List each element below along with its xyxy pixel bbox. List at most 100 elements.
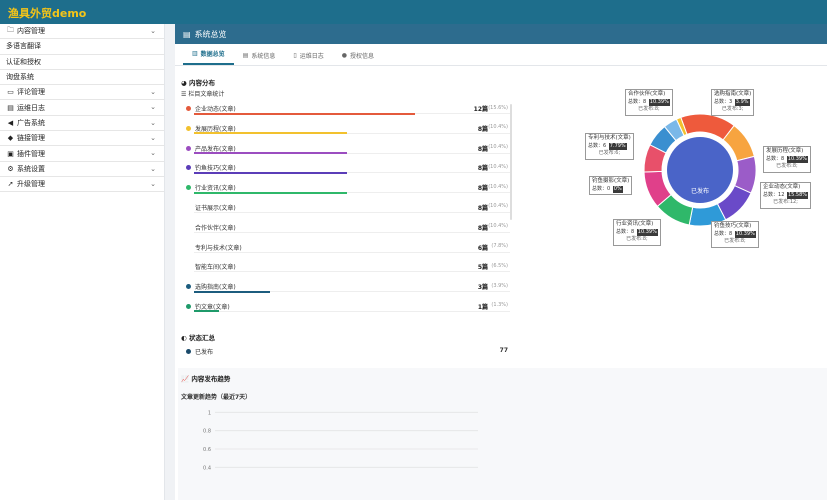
status-dot: [186, 349, 191, 354]
top-bar: 渔具外贸demo: [0, 0, 827, 24]
donut-callout: 合作伙伴(文章) 总数：8 10.39% 已发布:8;: [625, 89, 673, 116]
callout-sub: 已发布:8;: [776, 163, 798, 169]
progress-bar: [194, 112, 416, 115]
row-pct: (6.5%): [491, 262, 508, 269]
donut-callout: 企业动态(文章) 总数：12 15.58% 已发布:12;: [760, 182, 812, 209]
callout-sub: 已发布:8;: [626, 236, 648, 242]
status-row-published: 已发布 77: [186, 347, 516, 357]
content-dist-title: ◕ 内容分布: [181, 79, 215, 87]
sidebar-item-3[interactable]: 询盘系统: [0, 70, 164, 86]
y-tick-label: 0.4: [203, 465, 211, 471]
row-pct: (10.4%): [488, 183, 508, 190]
tab-1[interactable]: ▤ 系统信息: [234, 51, 285, 65]
donut-callout: 选购指南(文章) 总数：3 3.9% 已发布:3;: [711, 89, 755, 116]
gear-icon: ⚙: [7, 164, 14, 173]
callout-title: 专利与技术(文章): [588, 135, 631, 141]
sidebar-item-5[interactable]: ▤ 运维日志 ⌄: [0, 100, 164, 116]
sidebar-item-label: 运维日志: [17, 103, 45, 112]
sidebar-item-label: 广告系统: [17, 118, 45, 127]
category-donut-chart: 已发布: [643, 113, 757, 227]
sidebar: 🗀 内容管理 ⌄ 多语言翻译 认证和授权 询盘系统 ▭ 评论管理 ⌄ ▤ 运维日志 ⌄ ◀ 广告系统 ⌄ ◆ 链…: [0, 24, 165, 500]
brand-title[interactable]: 渔具外贸demo: [8, 5, 86, 21]
color-dot: [186, 165, 191, 171]
tab-0[interactable]: ▥ 数据总览: [183, 49, 234, 65]
sidebar-item-1[interactable]: 多语言翻译: [0, 39, 164, 55]
color-dot: [186, 106, 191, 111]
callout-title: 钓鱼技巧(文章): [714, 223, 752, 229]
sidebar-item-7[interactable]: ◆ 链接管理 ⌄: [0, 131, 164, 147]
bar-track: [194, 211, 510, 213]
callout-count: 总数：0 0%: [592, 185, 623, 193]
sidebar-item-0[interactable]: 🗀 内容管理 ⌄: [0, 24, 164, 40]
list-item: 发展历程(文章) 8篇 (10.4%): [186, 123, 516, 143]
row-pct: (10.4%): [488, 163, 508, 170]
row-pct: (15.6%): [488, 104, 508, 111]
log-icon: ▤: [7, 103, 14, 112]
progress-bar: [194, 152, 348, 155]
sidebar-item-9[interactable]: ⚙ 系统设置 ⌄: [0, 162, 164, 177]
chevron-down-icon[interactable]: ⌄: [150, 134, 156, 142]
content-dist-subtitle: ☰ 栏目文章统计: [181, 91, 225, 98]
row-value: 8篇: [477, 185, 488, 193]
callout-sub: 已发布:8;: [638, 106, 660, 112]
sidebar-item-4[interactable]: ▭ 评论管理 ⌄: [0, 85, 164, 101]
tab-label: 数据总览: [200, 51, 225, 58]
donut-center-label: 已发布: [691, 187, 709, 195]
chevron-down-icon[interactable]: ⌄: [150, 149, 156, 157]
y-tick-label: 0.6: [203, 447, 211, 453]
bar-track: [194, 310, 510, 312]
row-name: 智能车间(文章): [195, 264, 236, 272]
category-list: 企业动态(文章) 12篇 (15.6%) 发展历程(文章) 8篇 (10.4%) 产品发布(…: [186, 103, 516, 321]
chevron-down-icon[interactable]: ⌄: [150, 165, 156, 173]
chevron-down-icon[interactable]: ⌄: [150, 103, 156, 111]
trend-subtitle: 文章更新趋势（最近7天）: [181, 394, 252, 401]
donut-callout: 专利与技术(文章) 总数：6 7.79% 已发布:6;: [585, 133, 634, 160]
list-item: 智能车间(文章) 5篇 (6.5%): [186, 261, 516, 281]
bar-track: [194, 231, 510, 233]
callout-title: 选购指南(文章): [714, 91, 752, 97]
list-scrollbar[interactable]: [510, 104, 512, 220]
callout-sub: 已发布:8;: [724, 238, 746, 244]
row-pct: (10.4%): [488, 223, 508, 230]
chevron-down-icon[interactable]: ⌄: [150, 27, 156, 35]
link-icon: ◆: [7, 134, 14, 143]
sidebar-item-2[interactable]: 认证和授权: [0, 55, 164, 70]
sidebar-item-label: 链接管理: [17, 134, 45, 143]
callout-count: 总数：8 10.39%: [714, 230, 756, 238]
chevron-down-icon[interactable]: ⌄: [150, 180, 156, 188]
row-pct: (10.4%): [488, 124, 508, 131]
chevron-down-icon[interactable]: ⌄: [150, 119, 156, 127]
color-dot: [186, 284, 191, 290]
donut-callout: 钓鱼摄影(文章) 总数：0 0%: [589, 176, 633, 195]
plugin-icon: ▣: [7, 149, 14, 158]
tab-2[interactable]: ▯ 运维日志: [284, 51, 332, 65]
progress-bar: [194, 171, 348, 174]
callout-title: 企业动态(文章): [763, 184, 801, 190]
callout-sub: 已发布:12;: [773, 199, 798, 205]
y-tick-label: 0.8: [203, 429, 211, 435]
list-item: 行业资讯(文章) 8篇 (10.4%): [186, 182, 516, 202]
dashboard-icon: ▤: [183, 29, 191, 39]
sidebar-item-6[interactable]: ◀ 广告系统 ⌄: [0, 116, 164, 132]
row-value: 8篇: [477, 125, 488, 133]
chart-icon: ▥: [192, 50, 198, 57]
sidebar-item-8[interactable]: ▣ 插件管理 ⌄: [0, 146, 164, 162]
file-icon: ▯: [293, 52, 297, 59]
row-pct: (1.3%): [491, 302, 508, 309]
comment-icon: ▭: [7, 88, 14, 97]
bar-track: [194, 271, 510, 273]
megaphone-icon: ◀: [7, 118, 14, 127]
row-value: 5篇: [477, 264, 488, 272]
color-dot: [186, 185, 191, 191]
callout-sub: 已发布:6;: [598, 150, 621, 156]
tab-label: 运维日志: [299, 53, 324, 60]
list-item: 企业动态(文章) 12篇 (15.6%): [186, 103, 516, 123]
row-pct: (10.4%): [488, 144, 508, 151]
list-item: 选购指南(文章) 3篇 (3.9%): [186, 281, 516, 301]
callout-count: 总数：8 10.39%: [628, 98, 670, 106]
chevron-down-icon[interactable]: ⌄: [150, 88, 156, 96]
sidebar-item-label: 多语言翻译: [6, 42, 41, 51]
callout-count: 总数：8 10.39%: [766, 155, 808, 163]
sidebar-item-10[interactable]: ➚ 升级管理 ⌄: [0, 177, 164, 193]
tab-3[interactable]: ● 授权信息: [333, 51, 383, 65]
